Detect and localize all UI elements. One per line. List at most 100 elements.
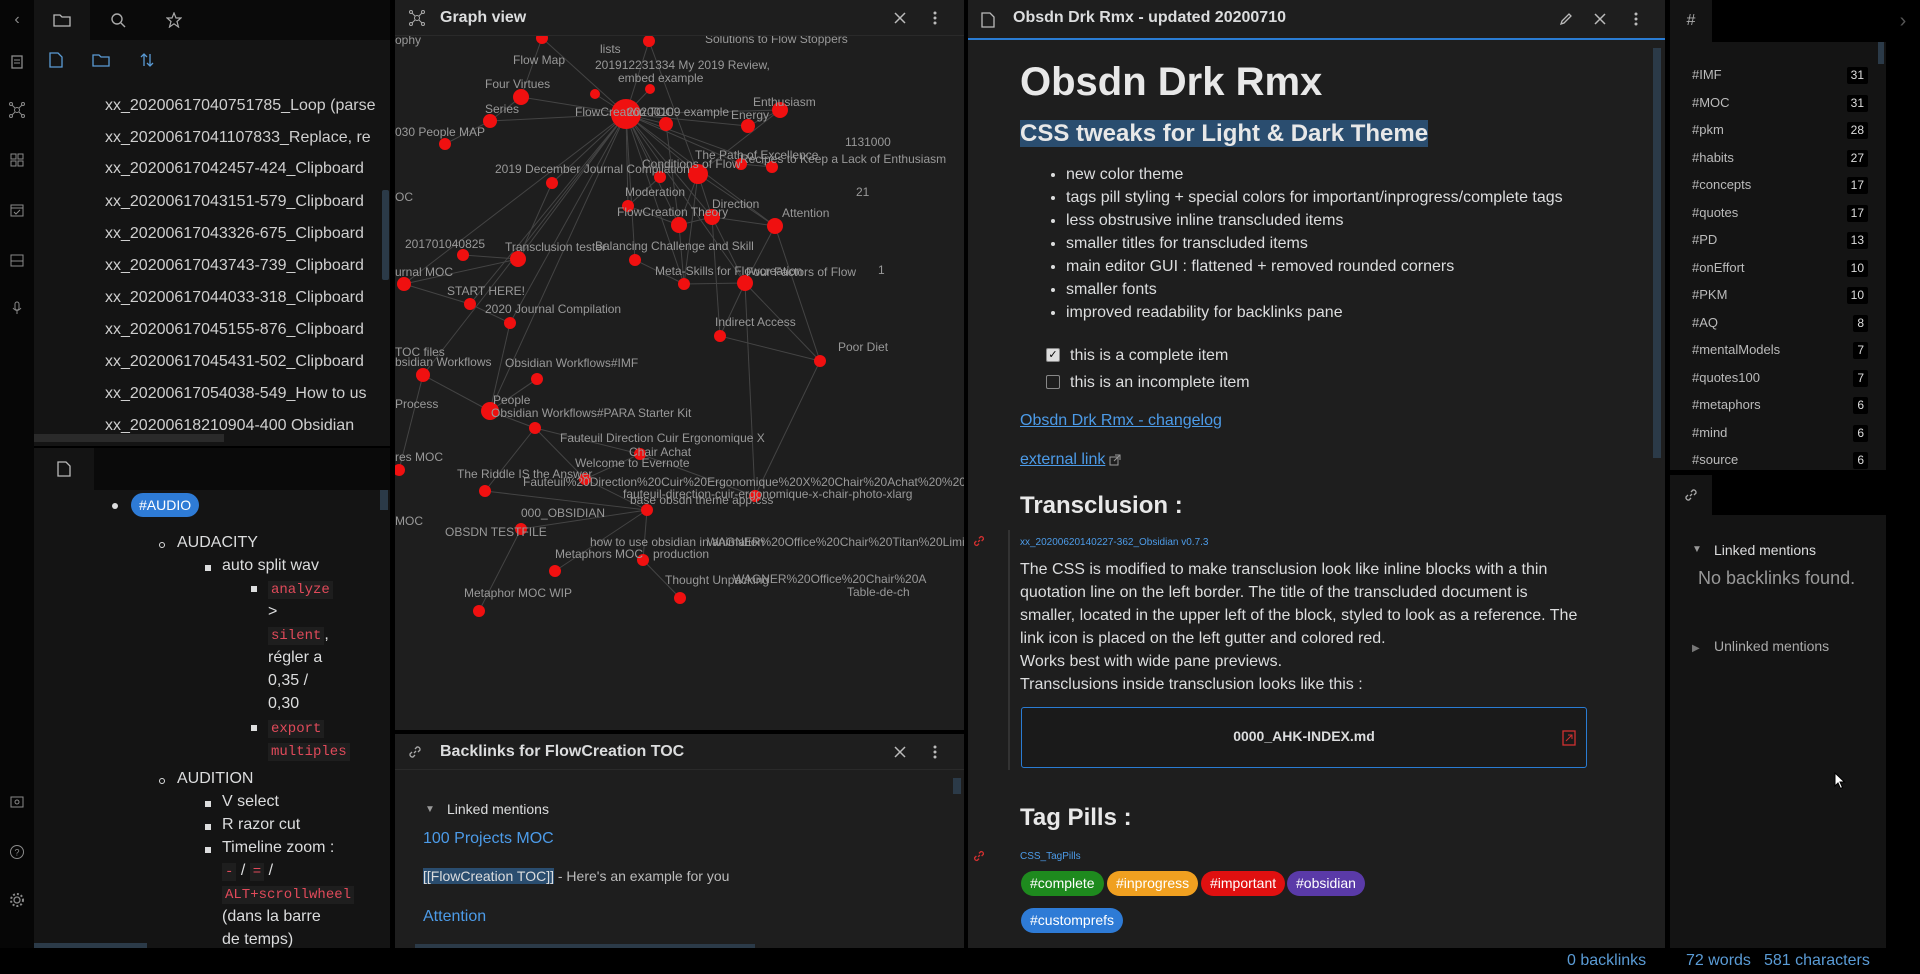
graph-node[interactable] [504, 317, 516, 329]
graph-node[interactable] [531, 373, 543, 385]
audio-tag-pill[interactable]: #AUDIO [131, 493, 200, 517]
file-explorer-horizontal-scrollbar[interactable] [34, 434, 224, 442]
linked-mentions-heading[interactable]: Linked mentions [447, 801, 549, 817]
tag-row[interactable]: #IMF 31 [1692, 64, 1872, 86]
tag-row[interactable]: #habits 27 [1692, 147, 1872, 169]
file-item[interactable]: xx_20200617043151-579_Clipboard [105, 188, 390, 216]
task-checkbox-checked[interactable]: ✓ [1046, 348, 1060, 362]
tag-row[interactable]: #pkm 28 [1692, 119, 1872, 141]
file-explorer-scrollbar[interactable] [382, 190, 389, 280]
backlink-note-title[interactable]: Attention [423, 908, 486, 926]
changelog-link[interactable]: Obsdn Drk Rmx - changelog [1020, 412, 1222, 430]
graph-canvas[interactable]: Flow MapFour VirtuesSeries FlowCreation T… [395, 36, 964, 730]
graph-node[interactable] [464, 298, 476, 310]
collapse-triangle-icon[interactable]: ▼ [425, 804, 435, 815]
tag-row[interactable]: #AQ 8 [1692, 312, 1872, 334]
tag-row[interactable]: #mind 6 [1692, 422, 1872, 444]
tab-file-explorer[interactable] [34, 0, 90, 40]
graph-view-icon[interactable] [7, 100, 27, 120]
file-item[interactable]: xx_20200617044033-318_Clipboard [105, 284, 390, 312]
graph-node[interactable] [629, 254, 641, 266]
settings-gear-icon[interactable] [7, 890, 27, 910]
open-embed-icon[interactable] [1562, 730, 1576, 746]
tag-row[interactable]: #quotes 17 [1692, 202, 1872, 224]
tag-pill-important[interactable]: #important [1201, 871, 1286, 896]
more-options-icon[interactable] [925, 8, 945, 28]
chevron-right-icon[interactable]: › [1886, 0, 1920, 42]
editor-scrollbar[interactable] [1653, 48, 1661, 458]
unlinked-mentions-heading[interactable]: Unlinked mentions [1714, 638, 1829, 654]
graph-node[interactable] [645, 84, 655, 94]
file-item[interactable]: xx_20200617041107833_Replace, re [105, 124, 390, 152]
open-quick-switcher-icon[interactable] [7, 52, 27, 72]
tagpills-source-title[interactable]: CSS_TagPills [1020, 851, 1081, 862]
more-options-icon[interactable] [1626, 9, 1646, 29]
tag-pill-inprogress[interactable]: #inprogress [1107, 871, 1199, 896]
tag-row[interactable]: #MOC 31 [1692, 92, 1872, 114]
graph-node[interactable] [397, 277, 411, 291]
graph-node[interactable] [678, 278, 690, 290]
tag-row[interactable]: #mentalModels 7 [1692, 339, 1872, 361]
archive-icon[interactable] [7, 250, 27, 270]
tag-pill-customprefs[interactable]: #customprefs [1021, 908, 1124, 933]
close-icon[interactable] [1590, 9, 1610, 29]
file-item[interactable]: xx_20200617042457-424_Clipboard [105, 155, 390, 183]
tag-row[interactable]: #PD 13 [1692, 229, 1872, 251]
help-icon[interactable]: ? [7, 842, 27, 862]
graph-node[interactable] [549, 565, 561, 577]
graph-node[interactable] [674, 592, 686, 604]
tab-search[interactable] [90, 0, 146, 40]
file-item[interactable]: xx_20200617045431-502_Clipboard [105, 348, 390, 376]
tagpills-link-icon[interactable] [972, 849, 986, 863]
expand-triangle-icon[interactable]: ▶ [1692, 643, 1700, 654]
plugins-icon[interactable] [7, 150, 27, 170]
file-item[interactable]: xx_20200617040751785_Loop (parse [105, 92, 390, 120]
new-note-icon[interactable] [46, 50, 66, 70]
graph-node[interactable] [546, 177, 558, 189]
left-preview-scrollbar[interactable] [380, 490, 388, 510]
transclusion-source-title[interactable]: xx_20200620140227-362_Obsidian v0.7.3 [1020, 537, 1209, 548]
tab-tags[interactable]: # [1670, 0, 1712, 42]
tag-pill-obsidian[interactable]: #obsidian [1287, 871, 1365, 896]
graph-node[interactable] [483, 114, 497, 128]
graph-node[interactable] [529, 422, 541, 434]
file-item[interactable]: xx_20200617054038-549_How to us [105, 380, 390, 408]
file-item[interactable]: xx_20200617043326-675_Clipboard [105, 220, 390, 248]
file-item[interactable]: xx_20200617045155-876_Clipboard [105, 316, 390, 344]
graph-node[interactable] [479, 485, 491, 497]
graph-node[interactable] [395, 464, 405, 476]
transclusion-link-icon[interactable] [972, 534, 986, 548]
graph-node[interactable] [671, 217, 687, 233]
close-icon[interactable] [890, 8, 910, 28]
graph-node[interactable] [473, 605, 485, 617]
backlink-context[interactable]: [[FlowCreation TOC]] - Here's an example… [423, 868, 729, 884]
graph-node[interactable] [416, 368, 430, 382]
graph-node[interactable] [536, 36, 548, 44]
vault-icon[interactable] [7, 792, 27, 812]
tag-row[interactable]: #onEffort 10 [1692, 257, 1872, 279]
tag-pane-scrollbar[interactable] [1878, 42, 1884, 64]
file-item[interactable]: xx_20200617043743-739_Clipboard [105, 252, 390, 280]
more-options-icon[interactable] [925, 742, 945, 762]
tab-backlinks[interactable] [1670, 475, 1712, 515]
graph-node[interactable] [590, 89, 600, 99]
tag-row[interactable]: #concepts 17 [1692, 174, 1872, 196]
calendar-icon[interactable] [7, 200, 27, 220]
tag-row[interactable]: #quotes100 7 [1692, 367, 1872, 389]
graph-node[interactable] [643, 36, 655, 47]
task-checkbox-unchecked[interactable] [1046, 375, 1060, 389]
new-folder-icon[interactable] [91, 50, 111, 70]
tag-pill-complete[interactable]: #complete [1021, 871, 1104, 896]
graph-node[interactable] [767, 218, 783, 234]
graph-node[interactable] [659, 117, 673, 131]
tag-row[interactable]: #PKM 10 [1692, 284, 1872, 306]
status-backlinks-count[interactable]: 0 backlinks [1567, 952, 1646, 970]
backlinks-scrollbar[interactable] [953, 778, 961, 794]
tab-starred[interactable] [146, 0, 202, 40]
graph-node[interactable] [714, 330, 726, 342]
tab-file-preview[interactable] [34, 448, 94, 490]
microphone-icon[interactable] [7, 298, 27, 318]
sort-icon[interactable] [137, 50, 157, 70]
chevron-left-icon[interactable]: ‹ [7, 10, 27, 30]
close-icon[interactable] [890, 742, 910, 762]
